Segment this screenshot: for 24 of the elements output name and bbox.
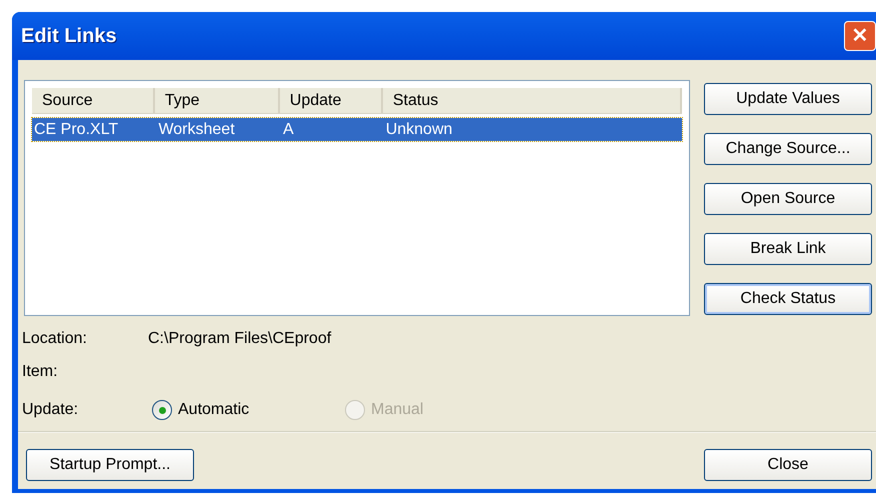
column-header[interactable]: Update xyxy=(280,88,383,113)
field-label: Location: xyxy=(22,328,88,348)
column-header[interactable]: Source xyxy=(32,88,155,113)
field-label: Update: xyxy=(22,400,80,420)
table-cell-text: A xyxy=(282,120,295,140)
startup-prompt-button[interactable]: Startup Prompt... xyxy=(26,449,194,481)
dialog-button[interactable]: Update Values xyxy=(704,83,872,115)
table-row[interactable]: CE Pro.XLT Worksheet A Unknown xyxy=(32,118,682,141)
dialog-button[interactable]: Check Status xyxy=(704,283,872,315)
column-header[interactable]: Type xyxy=(154,88,280,113)
radio-label[interactable]: Automatic xyxy=(178,398,250,422)
dialog-button[interactable]: Open Source xyxy=(704,183,872,215)
radio-button[interactable] xyxy=(152,400,172,420)
dialog-button[interactable]: Break Link xyxy=(704,233,872,265)
table-cell-text: Worksheet xyxy=(157,120,236,140)
field-value: C:\Program Files\CEproof xyxy=(148,328,332,348)
table-cell-text: Unknown xyxy=(384,120,454,140)
close-dialog-button[interactable]: Close xyxy=(704,449,872,481)
close-button[interactable]: ✕ xyxy=(844,21,876,51)
column-header[interactable]: Status xyxy=(382,88,682,113)
dialog-button[interactable]: Change Source... xyxy=(704,133,872,165)
table-cell-text: CE Pro.XLT xyxy=(33,120,120,140)
window-title: Edit Links xyxy=(21,24,117,49)
field-label: Item: xyxy=(22,362,59,382)
